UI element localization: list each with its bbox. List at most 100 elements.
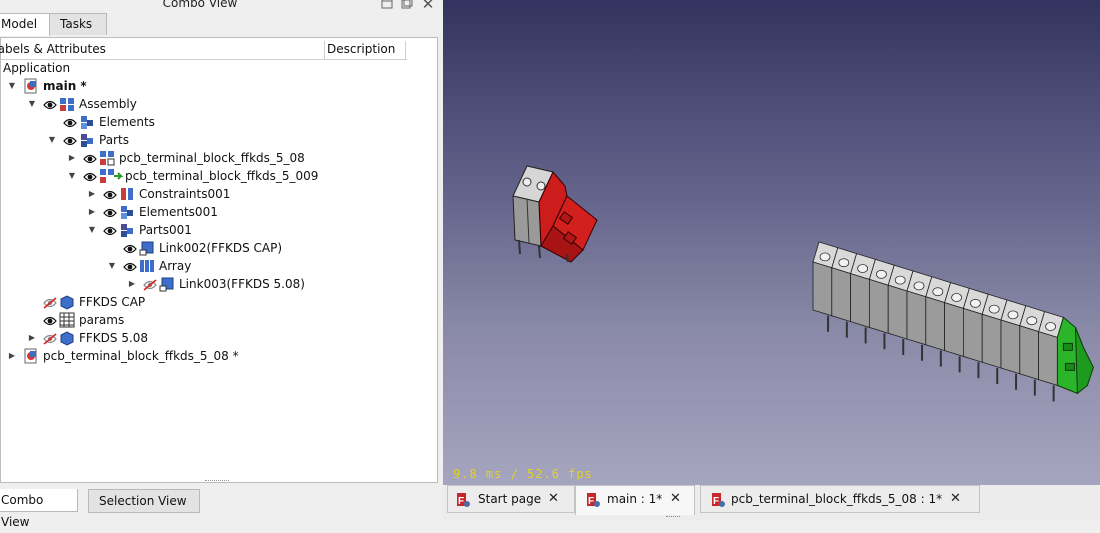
tree-item-label: pcb_terminal_block_ffkds_5_009 [125, 169, 319, 183]
tree-item[interactable]: ▶ FFKDS 5.08 [1, 329, 431, 347]
visibility-eye-icon[interactable] [43, 98, 57, 110]
float-panel-icon[interactable] [380, 0, 394, 11]
tab-main[interactable]: F main : 1* ✕ [575, 485, 695, 515]
tree-item-label: FFKDS CAP [79, 295, 146, 309]
tree-item[interactable]: Link002(FFKDS CAP) [1, 239, 431, 257]
expand-arrow-down-icon[interactable]: ▼ [27, 95, 37, 113]
tree-item[interactable]: Application [1, 59, 431, 77]
tree-item-label: FFKDS 5.08 [79, 331, 149, 345]
tree-item-label: Application [3, 61, 71, 75]
close-panel-icon[interactable]: ✕ [421, 0, 435, 12]
document-icon [23, 348, 39, 364]
tree-item[interactable]: ▼ Array [1, 257, 431, 275]
expand-arrow-down-icon[interactable]: ▼ [47, 131, 57, 149]
tree-item[interactable]: ▶ Elements001 [1, 203, 431, 221]
array-icon [139, 258, 155, 274]
tree-item[interactable]: Elements [1, 113, 431, 131]
tree-item[interactable]: ▶ Constraints001 [1, 185, 431, 203]
parts-icon [119, 222, 135, 238]
elements-icon [79, 114, 95, 130]
expand-arrow-right-icon[interactable]: ▶ [87, 203, 97, 221]
visibility-eye-icon[interactable] [103, 188, 117, 200]
tab-bar-grip[interactable] [666, 516, 680, 519]
expand-arrow-down-icon[interactable]: ▼ [107, 257, 117, 275]
tree-item[interactable]: ▼ main * [1, 77, 431, 95]
visibility-eye-icon[interactable] [123, 242, 137, 254]
hidden-eye-icon[interactable] [43, 296, 57, 309]
freecad-icon: F [456, 491, 470, 507]
visibility-eye-icon[interactable] [83, 170, 97, 182]
tab-label: main : 1* [607, 492, 663, 506]
tab-pcb-terminal-block[interactable]: F pcb_terminal_block_ffkds_5_08 : 1* ✕ [700, 485, 980, 513]
visibility-eye-icon[interactable] [83, 152, 97, 164]
part-icon [59, 294, 75, 310]
tree-item-label: Link003(FFKDS 5.08) [179, 277, 305, 291]
link-icon [159, 276, 175, 292]
tree-item-label: Parts001 [139, 223, 192, 237]
expand-arrow-right-icon[interactable]: ▶ [7, 347, 17, 365]
close-tab-icon[interactable]: ✕ [670, 486, 681, 512]
expand-arrow-down-icon[interactable]: ▼ [7, 77, 17, 95]
expand-arrow-down-icon[interactable]: ▼ [67, 167, 77, 185]
restore-panel-icon[interactable] [400, 0, 414, 11]
tree-item-label: params [79, 313, 125, 327]
model-tree: Labels & Attributes Description Applicat… [0, 37, 438, 483]
expand-arrow-right-icon[interactable]: ▶ [127, 275, 137, 293]
tree-item[interactable]: params [1, 311, 431, 329]
freecad-icon: F [586, 491, 600, 507]
hidden-eye-icon[interactable] [143, 278, 157, 291]
tree-item-label: pcb_terminal_block_ffkds_5_08 [119, 151, 305, 165]
tab-label: Start page [478, 492, 542, 506]
close-tab-icon[interactable]: ✕ [548, 486, 559, 512]
document-tabs: F Start page ✕ F main : 1* ✕ F pcb_termi… [443, 485, 1100, 520]
tab-tasks[interactable]: Tasks [49, 13, 107, 35]
splitter-handle[interactable] [205, 480, 229, 485]
3d-viewport[interactable]: 9.8 ms / 52.6 fps [443, 0, 1100, 485]
tree-item[interactable]: ▶ Link003(FFKDS 5.08) [1, 275, 431, 293]
expand-arrow-right-icon[interactable]: ▶ [87, 185, 97, 203]
visibility-eye-icon[interactable] [63, 116, 77, 128]
tree-item-label: Link002(FFKDS CAP) [159, 241, 283, 255]
visibility-eye-icon[interactable] [103, 224, 117, 236]
visibility-eye-icon[interactable] [123, 260, 137, 272]
visibility-eye-icon[interactable] [63, 134, 77, 146]
ffkds-cap-model[interactable] [512, 165, 598, 263]
elements-icon [119, 204, 135, 220]
header-labels[interactable]: Labels & Attributes [0, 42, 106, 56]
close-tab-icon[interactable]: ✕ [950, 486, 961, 512]
tree-item[interactable]: ▶ pcb_terminal_block_ffkds_5_08 * [1, 347, 431, 365]
header-description[interactable]: Description [327, 42, 395, 56]
tree-item-label: pcb_terminal_block_ffkds_5_08 * [43, 349, 239, 363]
tree-item[interactable]: ▼ Assembly [1, 95, 431, 113]
tree-item[interactable]: ▶ pcb_terminal_block_ffkds_5_08 [1, 149, 431, 167]
tree-item[interactable]: ▼ pcb_terminal_block_ffkds_5_009 [1, 167, 431, 185]
hidden-eye-icon[interactable] [43, 332, 57, 345]
expand-arrow-right-icon[interactable]: ▶ [27, 329, 37, 347]
expand-arrow-down-icon[interactable]: ▼ [87, 221, 97, 239]
assembly-link-icon [99, 150, 115, 166]
panel-title: Combo View [162, 0, 238, 10]
bottom-tabs: Combo View Selection View [0, 489, 442, 529]
ffkds-5-08-array-model[interactable] [812, 241, 1094, 402]
tree-item-label: Assembly [79, 97, 137, 111]
tab-model[interactable]: Model [0, 13, 50, 36]
visibility-eye-icon[interactable] [43, 314, 57, 326]
tab-selection-view[interactable]: Selection View [88, 489, 200, 513]
svg-text:F: F [713, 496, 719, 507]
scene-canvas[interactable] [443, 0, 1100, 485]
tree-item[interactable]: ▼ Parts001 [1, 221, 431, 239]
tab-start-page[interactable]: F Start page ✕ [447, 485, 575, 513]
tree-item[interactable]: ▼ Parts [1, 131, 431, 149]
tree-item[interactable]: FFKDS CAP [1, 293, 431, 311]
fps-counter: 9.8 ms / 52.6 fps [453, 467, 593, 481]
part-icon [59, 330, 75, 346]
assembly-link-green-icon [99, 168, 124, 184]
expand-arrow-right-icon[interactable]: ▶ [67, 149, 77, 167]
tab-combo-view[interactable]: Combo View [0, 489, 78, 529]
svg-text:F: F [588, 496, 594, 507]
visibility-eye-icon[interactable] [103, 206, 117, 218]
svg-text:F: F [458, 496, 464, 507]
tree-item-label: Elements001 [139, 205, 218, 219]
document-icon [23, 78, 39, 94]
parts-icon [79, 132, 95, 148]
